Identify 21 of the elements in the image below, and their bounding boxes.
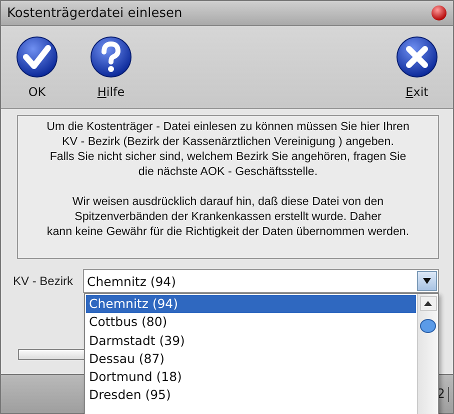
district-dropdown[interactable]: Chemnitz (94) — [83, 269, 439, 293]
window-title: Kostenträgerdatei einlesen — [7, 6, 182, 20]
info-paragraph: Wir weisen ausdrücklich darauf hin, daß diese Datei von den Spitzenverbänden der Krankenkassen erstellt wurde. Daher kann keine Gewähr für die Richtigkeit der Daten übernommen werden. — [46, 194, 410, 239]
dropdown-option[interactable]: Darmstadt (39) — [86, 332, 416, 350]
checkmark-icon — [15, 35, 59, 79]
toolbar-button[interactable]: Exit — [391, 35, 443, 108]
dropdown-option[interactable]: Cottbus (80) — [86, 313, 416, 332]
close-icon[interactable] — [431, 5, 447, 21]
info-paragraph: Um die Kostenträger - Datei einlesen zu können müssen Sie hier Ihren KV - Bezirk (Bezirk der Kassenärztlichen Vereinigung ) angeben. Falls Sie nicht sicher sind, welchem Bezirk Sie angehören, fragen Sie die nächste AOK - Geschäftsstelle. — [46, 119, 410, 179]
help-icon — [89, 35, 133, 79]
dropdown-option[interactable]: Chemnitz (94) — [86, 295, 416, 314]
scroll-up-icon[interactable] — [420, 296, 436, 311]
dropdown-option[interactable]: Dessau (87) — [86, 350, 416, 368]
scrollbar[interactable] — [417, 294, 438, 414]
toolbar-button[interactable]: Hilfe — [85, 35, 137, 108]
scroll-thumb[interactable] — [420, 319, 436, 333]
close-icon — [395, 35, 439, 79]
field-label: KV - Bezirk — [13, 274, 74, 288]
dropdown-option[interactable]: Dresden (95) — [86, 386, 416, 405]
toolbar-button[interactable]: OK — [11, 35, 63, 108]
dropdown-option[interactable]: Dortmund (18) — [86, 368, 416, 386]
